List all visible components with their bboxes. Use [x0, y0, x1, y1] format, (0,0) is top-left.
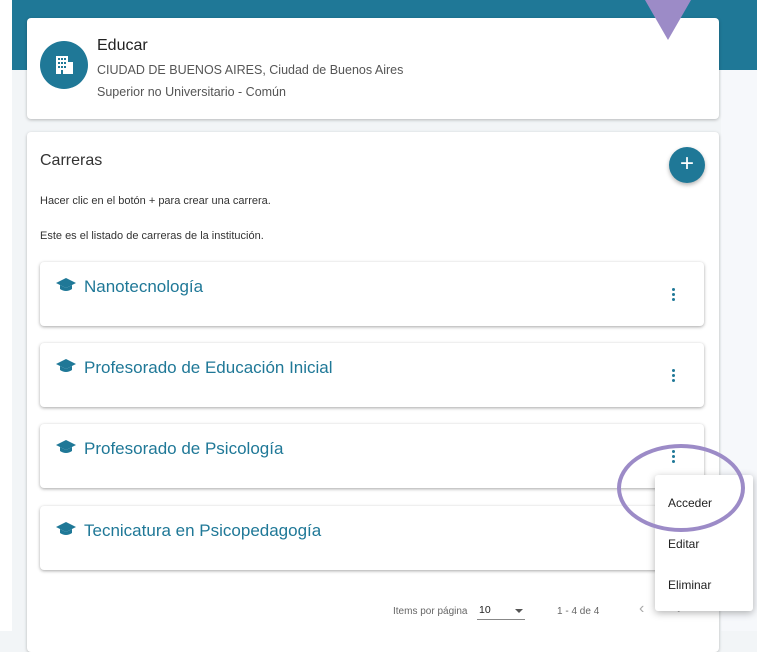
menu-item-editar[interactable]: Editar: [668, 537, 699, 551]
pointer-arrow-icon: [645, 0, 691, 40]
left-edge: [0, 0, 12, 631]
items-per-page-label: Items por página: [393, 606, 468, 617]
career-title: Nanotecnología: [84, 277, 204, 296]
create-hint: Hacer clic en el botón + para crear una …: [40, 195, 271, 207]
career-item[interactable]: Tecnicatura en Psicopedagogía: [40, 506, 704, 570]
prev-page-button[interactable]: ‹: [639, 600, 644, 618]
career-title: Profesorado de Educación Inicial: [84, 358, 333, 377]
highlight-circle: [617, 444, 745, 532]
career-item[interactable]: Profesorado de Educación Inicial: [40, 343, 704, 407]
careers-card: Carreras + Hacer clic en el botón + para…: [27, 132, 719, 652]
menu-item-eliminar[interactable]: Eliminar: [668, 578, 711, 592]
institution-location: CIUDAD DE BUENOS AIRES, Ciudad de Buenos…: [97, 63, 404, 77]
page-size-select[interactable]: 10: [477, 601, 525, 620]
building-icon: [40, 41, 88, 89]
list-hint: Este es el listado de carreras de la ins…: [40, 230, 264, 242]
graduation-cap-icon: [56, 522, 76, 535]
career-item[interactable]: Nanotecnología: [40, 262, 704, 326]
more-options-icon[interactable]: [666, 288, 680, 304]
more-options-icon[interactable]: [666, 369, 680, 385]
add-career-button[interactable]: +: [669, 147, 705, 183]
institution-level: Superior no Universitario - Común: [97, 85, 286, 99]
dropdown-caret-icon: [515, 609, 523, 613]
graduation-cap-icon: [56, 278, 76, 291]
institution-card: Educar CIUDAD DE BUENOS AIRES, Ciudad de…: [27, 18, 719, 119]
page-range-label: 1 - 4 de 4: [557, 606, 600, 617]
career-title: Tecnicatura en Psicopedagogía: [84, 521, 322, 540]
graduation-cap-icon: [56, 359, 76, 372]
institution-name: Educar: [97, 37, 148, 54]
graduation-cap-icon: [56, 440, 76, 453]
page-size-value: 10: [479, 604, 491, 616]
section-title: Carreras: [40, 152, 103, 169]
career-title: Profesorado de Psicología: [84, 439, 284, 458]
career-item[interactable]: Profesorado de Psicología: [40, 424, 704, 488]
